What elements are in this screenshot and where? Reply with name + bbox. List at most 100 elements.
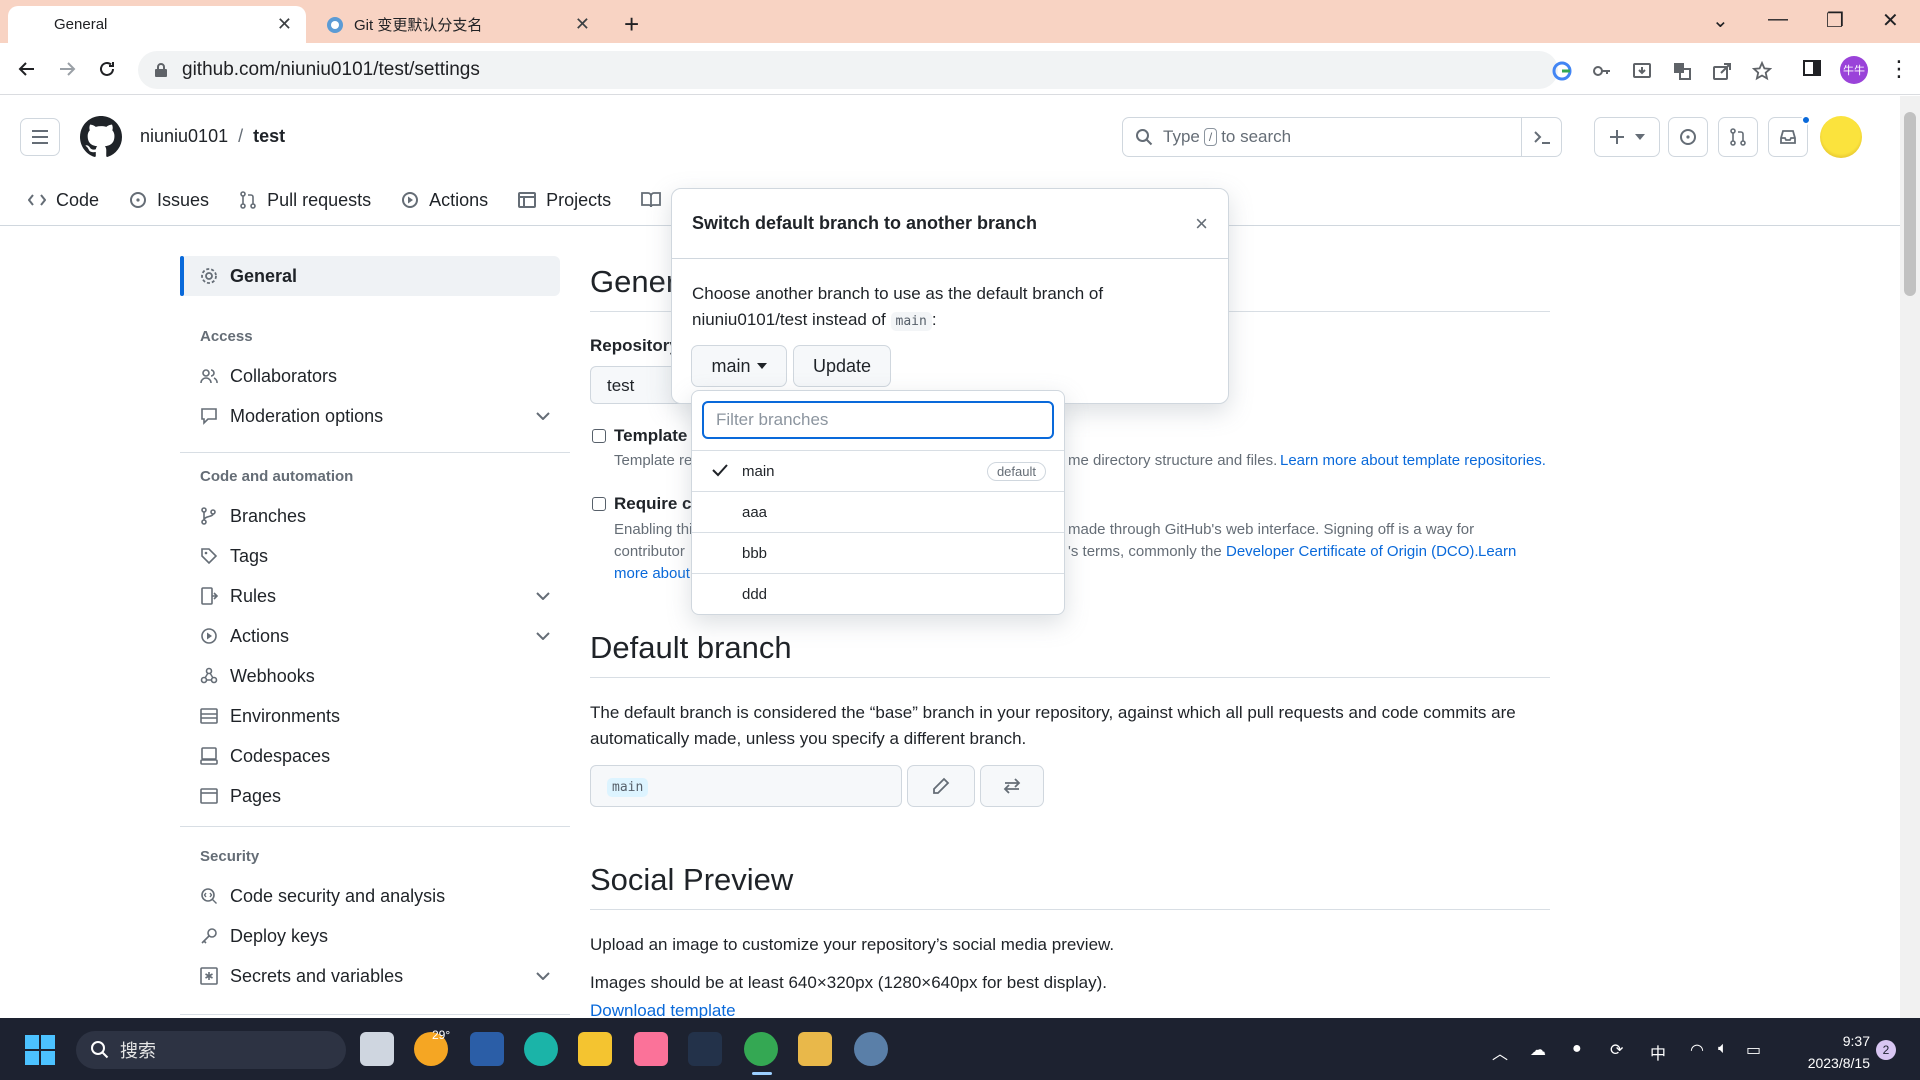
close-dialog-button[interactable]: ×	[1195, 211, 1208, 237]
onedrive-icon[interactable]: ☁	[1530, 1040, 1546, 1060]
branch-select-button[interactable]: main	[691, 345, 787, 387]
tab-actions[interactable]: Actions	[401, 185, 488, 215]
switch-branch-button[interactable]	[980, 765, 1044, 807]
forward-button[interactable]	[54, 56, 80, 82]
sync-icon[interactable]: ⟳	[1610, 1040, 1623, 1060]
issues-button[interactable]	[1668, 117, 1708, 157]
notification-count[interactable]: 2	[1876, 1040, 1896, 1060]
minimize-button[interactable]: —	[1768, 8, 1788, 31]
close-tab-icon[interactable]: ✕	[575, 14, 590, 35]
github-logo-icon[interactable]	[80, 116, 122, 158]
restore-button[interactable]: ❐	[1826, 8, 1844, 33]
search-input[interactable]: Type / to search	[1122, 117, 1562, 157]
owner-link[interactable]: niuniu0101	[140, 126, 228, 147]
dialog-title: Switch default branch to another branch	[692, 213, 1038, 233]
chevron-down-icon[interactable]	[536, 592, 550, 600]
sidebar-item-environments[interactable]: Environments	[200, 701, 550, 731]
tab-code[interactable]: Code	[28, 185, 99, 215]
user-avatar[interactable]	[1820, 116, 1862, 158]
sidebar-item-deploy-keys[interactable]: Deploy keys	[200, 921, 550, 951]
share-icon[interactable]	[1712, 61, 1732, 81]
sidebar-item-codespaces[interactable]: Codespaces	[200, 741, 550, 771]
sidebar-item-tags[interactable]: Tags	[200, 541, 550, 571]
tab-projects[interactable]: Projects	[518, 185, 611, 215]
edge-icon[interactable]	[524, 1032, 558, 1066]
app-icon[interactable]	[688, 1032, 722, 1066]
command-palette-icon[interactable]	[1521, 117, 1561, 157]
sidebar-item-collaborators[interactable]: Collaborators	[200, 361, 550, 391]
tab-search-chevron-icon[interactable]: ⌄	[1712, 8, 1729, 33]
ime-indicator[interactable]: 中	[1650, 1040, 1666, 1064]
template-learn-more-link[interactable]: Learn more about template repositories.	[1280, 452, 1546, 469]
chevron-down-icon[interactable]	[536, 632, 550, 640]
key-icon[interactable]	[1592, 61, 1612, 81]
tab-wiki[interactable]	[641, 185, 662, 215]
back-button[interactable]	[14, 56, 40, 82]
bilibili-icon[interactable]	[634, 1032, 668, 1066]
sidebar-item-general[interactable]: General	[200, 261, 550, 291]
filter-branches-input[interactable]: Filter branches	[702, 401, 1054, 439]
tab-pull-requests[interactable]: Pull requests	[239, 185, 371, 215]
template-checkbox[interactable]	[592, 429, 606, 443]
address-bar[interactable]: github.com/niuniu0101/test/settings	[138, 51, 1772, 89]
scrollbar-thumb[interactable]	[1904, 112, 1916, 296]
translate-icon[interactable]	[1672, 61, 1692, 81]
update-button[interactable]: Update	[793, 345, 891, 387]
active-app-indicator	[752, 1072, 772, 1075]
side-panel-icon[interactable]	[1802, 58, 1822, 78]
rename-branch-button[interactable]	[907, 765, 975, 807]
chrome-icon[interactable]	[744, 1032, 778, 1066]
pull-requests-button[interactable]	[1718, 117, 1758, 157]
current-branch-code: main	[890, 312, 932, 331]
profile-avatar[interactable]: 牛牛	[1840, 56, 1868, 84]
branch-option-main[interactable]: main default	[692, 450, 1064, 491]
sidebar-item-code-security[interactable]: Code security and analysis	[200, 881, 550, 911]
close-tab-icon[interactable]: ✕	[277, 14, 292, 35]
git-icon[interactable]	[798, 1032, 832, 1066]
hamburger-menu-button[interactable]	[20, 118, 60, 156]
dco-link[interactable]: Developer Certificate of Origin (DCO).	[1226, 543, 1479, 560]
branch-option-ddd[interactable]: ddd	[692, 573, 1064, 614]
file-explorer-icon[interactable]	[578, 1032, 612, 1066]
repo-link[interactable]: test	[253, 126, 285, 147]
chevron-down-icon[interactable]	[536, 412, 550, 420]
app-globe-icon[interactable]	[854, 1032, 888, 1066]
tab-issues[interactable]: Issues	[129, 185, 209, 215]
wifi-icon[interactable]: ◠	[1690, 1040, 1704, 1060]
branch-option-aaa[interactable]: aaa	[692, 491, 1064, 532]
new-tab-button[interactable]: +	[624, 9, 639, 40]
qq-icon[interactable]: ●	[1572, 1040, 1582, 1058]
close-window-button[interactable]: ✕	[1882, 8, 1899, 33]
tray-chevron-icon[interactable]: ︿	[1492, 1040, 1508, 1064]
chevron-down-icon[interactable]	[536, 972, 550, 980]
volume-icon[interactable]: 🔈︎	[1718, 1040, 1728, 1058]
sidebar-item-rules[interactable]: Rules	[200, 581, 550, 611]
sidebar-item-secrets[interactable]: Secrets and variables	[200, 961, 550, 991]
install-icon[interactable]	[1632, 61, 1652, 81]
system-clock[interactable]: 9:37 2023/8/15	[1790, 1030, 1870, 1074]
taskbar-search[interactable]: 搜索	[76, 1031, 346, 1069]
more-about-link[interactable]: more about	[614, 565, 690, 582]
breadcrumb: niuniu0101 / test	[140, 126, 285, 147]
require-signoff-label: Require c	[614, 494, 692, 513]
require-signoff-checkbox[interactable]	[592, 497, 606, 511]
sidebar-item-webhooks[interactable]: Webhooks	[200, 661, 550, 691]
sidebar-item-branches[interactable]: Branches	[200, 501, 550, 531]
dev-app-icon[interactable]	[470, 1032, 504, 1066]
branch-option-bbb[interactable]: bbb	[692, 532, 1064, 573]
task-view-icon[interactable]	[360, 1032, 394, 1066]
sidebar-item-moderation[interactable]: Moderation options	[200, 401, 550, 431]
windows-start-icon[interactable]	[24, 1034, 56, 1066]
bookmark-star-icon[interactable]	[1752, 61, 1772, 81]
browser-menu-icon[interactable]: ⋮	[1888, 56, 1910, 82]
tab-git-article[interactable]: Git 变更默认分支名 ✕	[314, 6, 604, 43]
sidebar-item-pages[interactable]: Pages	[200, 781, 550, 811]
sidebar-heading-security: Security	[200, 848, 260, 865]
google-icon[interactable]	[1552, 61, 1572, 81]
create-new-button[interactable]	[1594, 117, 1660, 157]
sidebar-item-actions[interactable]: Actions	[200, 621, 550, 651]
tab-general[interactable]: General ✕	[8, 6, 306, 43]
learn-link[interactable]: Learn	[1478, 543, 1516, 560]
reload-button[interactable]	[94, 56, 120, 82]
battery-icon[interactable]: ▭	[1746, 1040, 1761, 1060]
